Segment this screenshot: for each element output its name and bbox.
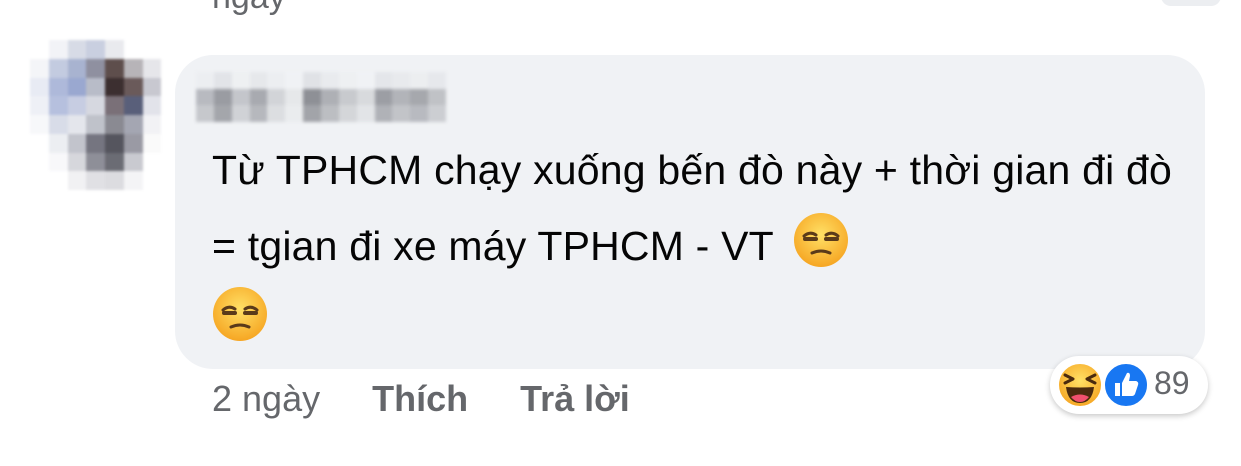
commenter-name-redacted[interactable] <box>196 72 446 122</box>
comment-body: Từ TPHCM chạy xuống bến đò này + thời gi… <box>212 147 1173 269</box>
comment-timestamp[interactable]: 2 ngày <box>212 378 320 420</box>
comment-actions: 2 ngày Thích Trả lời <box>212 378 630 420</box>
reactions-summary[interactable]: 89 <box>1050 356 1208 414</box>
comment-text: Từ TPHCM chạy xuống bến đò này + thời gi… <box>212 132 1182 284</box>
haha-reaction-icon <box>1057 362 1103 408</box>
avatar[interactable] <box>30 40 180 190</box>
reaction-count: 89 <box>1154 365 1190 401</box>
unamused-face-icon <box>793 213 848 267</box>
like-button[interactable]: Thích <box>372 378 468 420</box>
previous-comment-reactions <box>1161 0 1221 6</box>
previous-comment-time: ngày <box>212 0 286 17</box>
reply-button[interactable]: Trả lời <box>520 378 630 420</box>
like-reaction-icon <box>1103 362 1149 408</box>
unamused-face-icon <box>213 287 267 341</box>
